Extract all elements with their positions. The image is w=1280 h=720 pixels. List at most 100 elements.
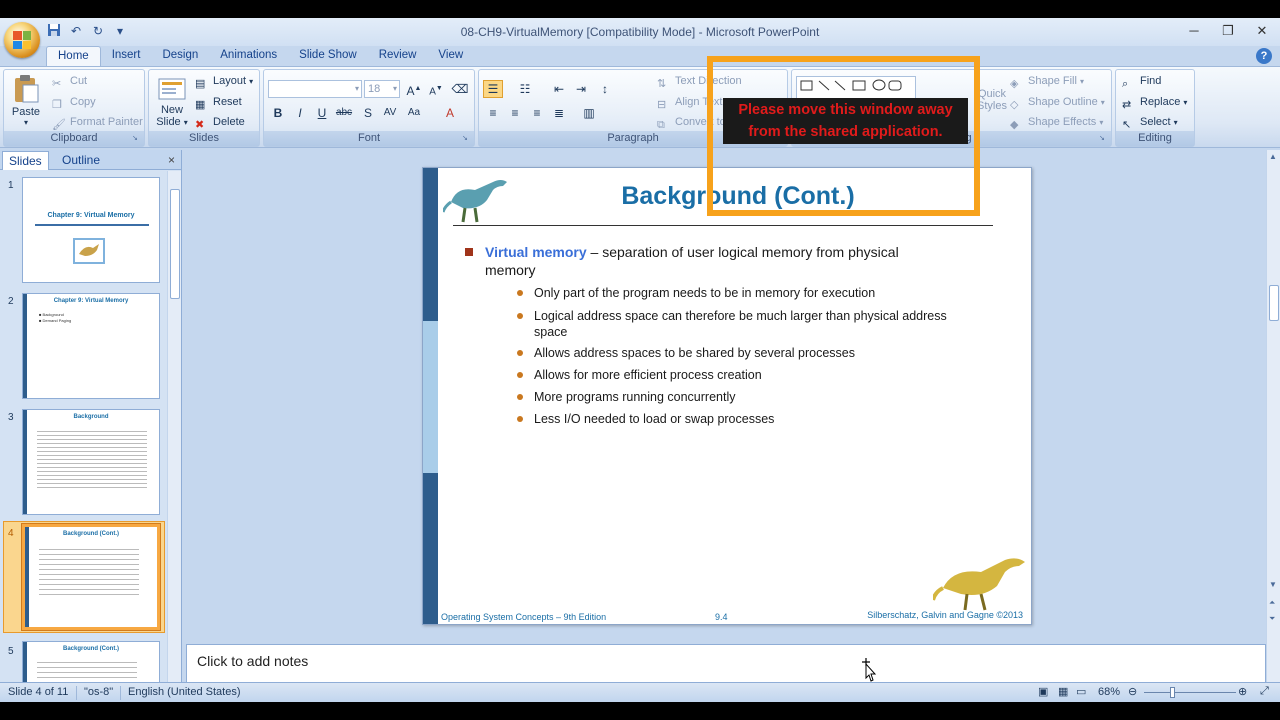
scroll-thumb[interactable] <box>1269 285 1279 321</box>
find-button[interactable]: ⌕ Find <box>1122 72 1161 90</box>
slide-thumbnail[interactable]: Chapter 9: Virtual Memory ■ Background ■… <box>22 293 160 399</box>
clear-formatting-icon[interactable]: ⌫ <box>450 80 470 98</box>
bullets-button[interactable]: ☰ <box>483 80 503 98</box>
minimize-button[interactable]: ─ <box>1184 22 1204 40</box>
zoom-slider-track[interactable] <box>1144 692 1236 693</box>
normal-view-icon[interactable]: ▣ <box>1038 685 1048 698</box>
round-bullet-icon <box>517 290 523 296</box>
tab-view[interactable]: View <box>427 46 474 66</box>
underline-button[interactable]: U <box>312 104 332 122</box>
layout-button[interactable]: ▤ Layout ▾ <box>195 72 253 90</box>
select-button[interactable]: ↖ Select ▾ <box>1122 113 1178 131</box>
status-divider <box>76 686 77 700</box>
shape-effects-button[interactable]: ◆ Shape Effects ▾ <box>1010 113 1103 131</box>
slides-pane-scrollbar[interactable] <box>167 171 181 686</box>
bold-button[interactable]: B <box>268 104 288 122</box>
copy-button[interactable]: ❐ Copy <box>52 93 96 111</box>
slide-thumbnail[interactable]: Background (Cont.) <box>22 641 160 686</box>
zoom-in-icon[interactable]: ⊕ <box>1238 685 1247 698</box>
sub-bullet-text: Less I/O needed to load or swap processe… <box>534 412 775 426</box>
zoom-out-icon[interactable]: ⊖ <box>1128 685 1137 698</box>
tab-review[interactable]: Review <box>368 46 428 66</box>
tab-insert[interactable]: Insert <box>101 46 152 66</box>
align-left-button[interactable]: ≡ <box>483 104 503 122</box>
previous-slide-icon[interactable]: ⏶ <box>1269 598 1275 608</box>
next-slide-icon[interactable]: ⏷ <box>1269 614 1275 624</box>
slide-number: 5 <box>8 646 14 657</box>
cut-icon: ✂ <box>52 78 62 90</box>
shrink-font-button[interactable]: A▼ <box>426 80 446 98</box>
tab-slides[interactable]: Slides <box>2 151 49 170</box>
font-color-button[interactable]: A <box>440 104 460 122</box>
slide-thumbnail[interactable]: Background <box>22 409 160 515</box>
tab-outline[interactable]: Outline <box>56 151 106 170</box>
slide-thumbnail-selected[interactable]: Background (Cont.) <box>21 523 161 631</box>
spacing-button[interactable]: AV <box>380 104 400 122</box>
cut-button[interactable]: ✂ Cut <box>52 72 87 90</box>
replace-button[interactable]: ⇄ Replace ▾ <box>1122 93 1187 111</box>
font-name-combo[interactable]: ▾ <box>268 80 362 98</box>
main-bullet[interactable]: Virtual memory – separation of user logi… <box>465 243 925 279</box>
paste-button[interactable]: Paste ▾ <box>8 74 44 127</box>
round-bullet-icon <box>517 350 523 356</box>
increase-indent-button[interactable]: ⇥ <box>571 80 591 98</box>
tab-home[interactable]: Home <box>46 46 101 66</box>
italic-button[interactable]: I <box>290 104 310 122</box>
change-case-button[interactable]: Aa <box>404 104 424 122</box>
current-slide[interactable]: Background (Cont.) Virtual memory – sepa… <box>422 167 1032 625</box>
editing-group-label: Editing <box>1116 131 1194 146</box>
sub-bullet[interactable]: Allows for more efficient process creati… <box>517 367 954 383</box>
dinosaur-footer-icon <box>931 552 1029 615</box>
shape-fill-button[interactable]: ◈ Shape Fill ▾ <box>1010 72 1084 90</box>
tab-animations[interactable]: Animations <box>209 46 288 66</box>
new-slide-icon <box>157 74 187 102</box>
decrease-indent-button[interactable]: ⇤ <box>549 80 569 98</box>
maximize-button[interactable]: ❐ <box>1218 22 1238 40</box>
delete-slide-button[interactable]: ✖ Delete <box>195 113 245 131</box>
clipboard-launcher-icon[interactable]: ↘ <box>132 134 141 143</box>
binoculars-icon: ⌕ <box>1122 78 1129 90</box>
scroll-thumb[interactable] <box>170 189 180 299</box>
sub-bullet[interactable]: Only part of the program needs to be in … <box>517 285 954 301</box>
slide-thumbnail[interactable]: Chapter 9: Virtual Memory <box>22 177 160 283</box>
sub-bullet[interactable]: Allows address spaces to be shared by se… <box>517 345 954 361</box>
language[interactable]: English (United States) <box>128 686 241 698</box>
zoom-level[interactable]: 68% <box>1098 686 1120 698</box>
delete-icon: ✖ <box>195 119 205 131</box>
slide-count: Slide 4 of 11 <box>8 686 69 698</box>
line-spacing-button[interactable]: ↕ <box>595 80 615 98</box>
scroll-down-icon[interactable]: ▼ <box>1269 580 1277 589</box>
shadow-button[interactable]: S <box>358 104 378 122</box>
sub-bullet[interactable]: Logical address space can therefore be m… <box>517 308 954 340</box>
new-slide-button[interactable]: New Slide ▾ <box>153 74 191 128</box>
close-button[interactable]: ✕ <box>1252 22 1272 40</box>
help-icon[interactable]: ? <box>1256 48 1272 64</box>
sub-bullet[interactable]: Less I/O needed to load or swap processe… <box>517 411 954 427</box>
numbering-button[interactable]: ☷ <box>515 80 535 98</box>
slide-title-rule <box>453 225 993 226</box>
align-right-button[interactable]: ≡ <box>527 104 547 122</box>
scroll-up-icon[interactable]: ▲ <box>1269 152 1277 161</box>
sub-bullet[interactable]: More programs running concurrently <box>517 389 954 405</box>
close-pane-icon[interactable]: × <box>168 153 175 167</box>
font-launcher-icon[interactable]: ↘ <box>462 134 471 143</box>
format-painter-button[interactable]: 🖌 Format Painter <box>52 113 143 131</box>
strikethrough-button[interactable]: abc <box>334 104 354 122</box>
notes-pane[interactable]: Click to add notes <box>186 644 1266 684</box>
fit-to-window-icon[interactable]: ⤢ <box>1260 685 1269 698</box>
drawing-launcher-icon[interactable]: ↘ <box>1099 134 1108 143</box>
slide-sorter-icon[interactable]: ▦ <box>1058 685 1068 698</box>
columns-button[interactable]: ▥ <box>579 104 599 122</box>
font-size-combo[interactable]: 18 ▾ <box>364 80 400 98</box>
justify-button[interactable]: ≣ <box>549 104 569 122</box>
slide-show-icon[interactable]: ▭ <box>1076 685 1086 698</box>
align-center-button[interactable]: ≡ <box>505 104 525 122</box>
slide-scrollbar[interactable]: ▲ ▼ ⏶ ⏷ <box>1266 150 1280 686</box>
tab-slide-show[interactable]: Slide Show <box>288 46 368 66</box>
office-button[interactable] <box>4 22 40 58</box>
grow-font-button[interactable]: A▲ <box>404 80 424 98</box>
shape-outline-button[interactable]: ◇ Shape Outline ▾ <box>1010 93 1105 111</box>
tab-design[interactable]: Design <box>151 46 209 66</box>
zoom-slider-handle[interactable] <box>1170 687 1175 698</box>
reset-button[interactable]: ▦ Reset <box>195 93 242 111</box>
